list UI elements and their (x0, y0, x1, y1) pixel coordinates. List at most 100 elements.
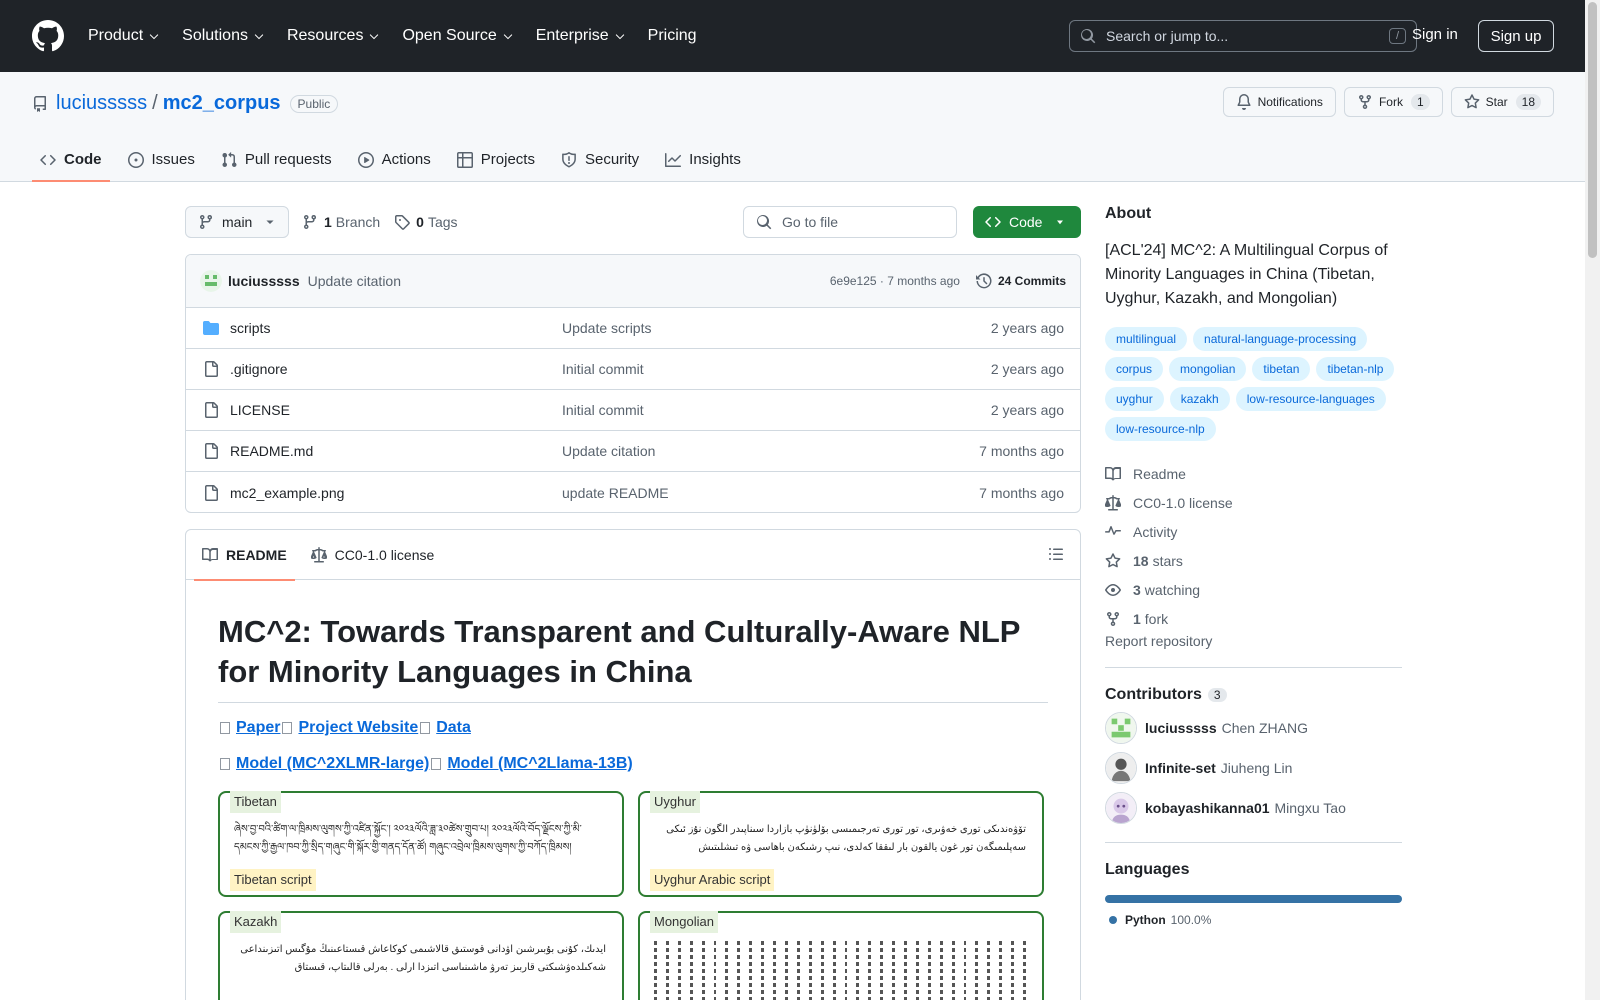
contributors-heading[interactable]: Contributors (1105, 686, 1202, 704)
tab-label: Projects (480, 151, 535, 168)
topic-tag[interactable]: kazakh (1169, 387, 1230, 411)
file-commit-message[interactable]: Update citation (562, 443, 979, 459)
table-row[interactable]: LICENSE Initial commit 2 years ago (186, 390, 1080, 431)
file-commit-message[interactable]: update README (562, 485, 979, 501)
repo-name-link[interactable]: mc2_corpus (163, 92, 281, 115)
repo-owner-link[interactable]: luciusssss (56, 92, 147, 115)
watchers-link[interactable]: 3 watching (1105, 575, 1402, 604)
page-scrollbar[interactable] (1585, 0, 1600, 1000)
activity-link[interactable]: Activity (1105, 517, 1402, 546)
license-link[interactable]: CC0-1.0 license (1105, 488, 1402, 517)
shield-icon (562, 151, 576, 167)
script-card-uyghur: Uyghur تۆۋەندىكى تورى خەۋىرى، تور تورى ت… (638, 791, 1044, 897)
model-xlmr-link[interactable]: Model (MC^2XLMR-large) (236, 755, 429, 773)
file-commit-message[interactable]: Initial commit (562, 402, 991, 418)
sign-up-button[interactable]: Sign up (1478, 20, 1554, 52)
topic-tag[interactable]: multilingual (1105, 327, 1188, 351)
nav-enterprise[interactable]: Enterprise (536, 27, 626, 45)
stars-link[interactable]: 18 stars (1105, 546, 1402, 575)
project-website-link[interactable]: Project Website (298, 719, 418, 737)
search-input[interactable]: Search or jump to... / (1069, 20, 1417, 52)
paper-link[interactable]: Paper (236, 719, 280, 737)
language-item[interactable]: Python 100.0% (1105, 913, 1402, 927)
avatar[interactable] (1105, 712, 1137, 744)
topic-tag[interactable]: tibetan (1252, 357, 1311, 381)
file-name[interactable]: .gitignore (230, 361, 562, 377)
avatar[interactable] (1105, 752, 1137, 784)
file-commit-message[interactable]: Update scripts (562, 320, 991, 336)
commit-meta[interactable]: 6e9e125 · 7 months ago (830, 274, 960, 288)
star-button[interactable]: Star 18 (1450, 87, 1554, 117)
avatar[interactable] (200, 270, 222, 292)
tab-label: Security (584, 151, 640, 168)
file-icon (205, 402, 218, 418)
nav-solutions[interactable]: Solutions (182, 27, 265, 45)
topic-tag[interactable]: natural-language-processing (1193, 327, 1368, 351)
tags-link[interactable]: 0 Tags (410, 214, 457, 230)
contributor-item[interactable]: Infinite-set Jiuheng Lin (1105, 752, 1402, 784)
github-logo-icon[interactable] (32, 20, 64, 52)
fork-icon (1358, 94, 1371, 110)
code-dropdown-button[interactable]: Code (973, 206, 1081, 238)
readme-link[interactable]: Readme (1105, 459, 1402, 488)
tab-issues[interactable]: Issues (120, 137, 203, 182)
file-commit-message[interactable]: Initial commit (562, 361, 991, 377)
commits-history-link[interactable]: 24 Commits (975, 273, 1066, 289)
table-row[interactable]: scripts Update scripts 2 years ago (186, 308, 1080, 349)
nav-label: Enterprise (535, 27, 609, 44)
file-name[interactable]: README.md (230, 443, 562, 459)
tab-pull-requests[interactable]: Pull requests (213, 137, 340, 182)
model-llama-link[interactable]: Model (MC^2Llama-13B) (447, 755, 632, 773)
topic-tag[interactable]: low-resource-nlp (1105, 417, 1216, 441)
fork-button[interactable]: Fork 1 (1343, 87, 1443, 117)
list-unordered-icon[interactable] (1048, 546, 1064, 562)
table-row[interactable]: README.md Update citation 7 months ago (186, 431, 1080, 472)
table-row[interactable]: mc2_example.png update README 7 months a… (186, 472, 1080, 512)
topic-tag[interactable]: uyghur (1105, 387, 1164, 411)
file-commit-time: 7 months ago (979, 484, 1064, 501)
scrollbar-thumb[interactable] (1588, 2, 1597, 258)
branches-link[interactable]: 1 Branch (318, 214, 380, 230)
sign-in-link[interactable]: Sign in (1412, 26, 1458, 43)
code-button-label: Code (1009, 214, 1043, 230)
file-name[interactable]: scripts (230, 320, 562, 336)
notifications-button[interactable]: Notifications (1222, 87, 1336, 117)
data-link[interactable]: Data (436, 719, 471, 737)
contributor-item[interactable]: luciusssss Chen ZHANG (1105, 712, 1402, 744)
nav-pricing[interactable]: Pricing (648, 27, 697, 45)
repo-header: luciusssss / mc2_corpus Public Notificat… (0, 72, 1600, 182)
code-icon (40, 154, 56, 165)
tab-actions[interactable]: Actions (350, 137, 439, 182)
topic-tag[interactable]: low-resource-languages (1235, 387, 1386, 411)
forks-link[interactable]: 1 fork (1105, 604, 1402, 633)
tab-projects[interactable]: Projects (449, 137, 543, 182)
tab-code[interactable]: Code (32, 137, 110, 182)
nav-resources[interactable]: Resources (287, 27, 380, 45)
chevron-down-icon (254, 34, 264, 40)
nav-open-source[interactable]: Open Source (402, 27, 513, 45)
watching-count: 3 (1133, 581, 1141, 598)
repo-description: [ACL'24] MC^2: A Multilingual Corpus of … (1105, 242, 1388, 307)
search-shortcut-hint: / (1388, 28, 1406, 44)
commit-author-link[interactable]: luciusssss (228, 273, 300, 289)
tab-readme[interactable]: README (194, 530, 295, 581)
topic-tag[interactable]: tibetan-nlp (1316, 357, 1395, 381)
commit-message-link[interactable]: Update citation (308, 273, 830, 289)
contributor-item[interactable]: kobayashikanna01 Mingxu Tao (1105, 792, 1402, 824)
topic-tag[interactable]: mongolian (1169, 357, 1247, 381)
file-name[interactable]: LICENSE (230, 402, 562, 418)
nav-product[interactable]: Product (88, 27, 160, 45)
script-sample-text: ايدىك، كۇنى بۇبىرشىن اۋدانى قوستىق قالاش… (240, 944, 606, 973)
tab-insights[interactable]: Insights (657, 137, 749, 182)
branch-selector[interactable]: main (185, 206, 289, 238)
tab-license[interactable]: CC0-1.0 license (303, 530, 443, 580)
divider (1105, 842, 1402, 843)
forks-count: 1 (1133, 610, 1141, 627)
tab-security[interactable]: Security (553, 137, 647, 182)
avatar[interactable] (1105, 792, 1137, 824)
topic-tag[interactable]: corpus (1105, 357, 1164, 381)
file-name[interactable]: mc2_example.png (230, 485, 562, 501)
table-row[interactable]: .gitignore Initial commit 2 years ago (186, 349, 1080, 390)
report-repository-link[interactable]: Report repository (1105, 633, 1212, 649)
go-to-file-input[interactable]: Go to file (743, 206, 957, 238)
